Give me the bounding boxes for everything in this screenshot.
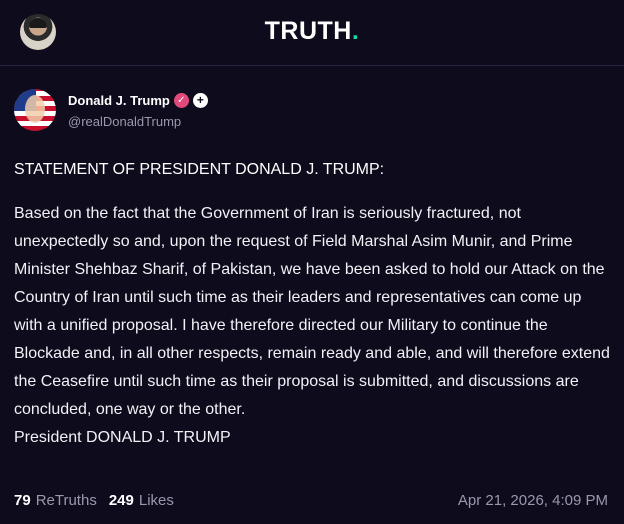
logo-text: TRUTH: [264, 17, 352, 45]
post-content: STATEMENT OF PRESIDENT DONALD J. TRUMP: …: [14, 157, 610, 452]
post-body-paragraph: Based on the fact that the Government of…: [14, 205, 610, 418]
follow-plus-icon[interactable]: +: [192, 93, 208, 108]
likes-label: Likes: [138, 492, 174, 509]
post-author: Donald J. Trump ✓ + @realDonaldTrump: [14, 66, 610, 131]
author-display-name[interactable]: Donald J. Trump: [68, 93, 170, 108]
likes-count: 249: [108, 492, 134, 509]
retruths-label: ReTruths: [35, 492, 97, 509]
author-avatar[interactable]: [14, 89, 56, 131]
retruths-count: 79: [14, 492, 31, 509]
likes-stat[interactable]: 249 Likes: [109, 492, 174, 509]
truth-logo[interactable]: TRUTH.: [0, 17, 624, 46]
logo-dot: .: [351, 17, 360, 45]
post-body: Based on the fact that the Government of…: [14, 200, 610, 452]
post-footer: 79 ReTruths 249 Likes Apr 21, 2026, 4:09 P…: [14, 492, 608, 509]
author-handle[interactable]: @realDonaldTrump: [68, 114, 181, 129]
top-bar: TRUTH.: [0, 0, 624, 66]
post-heading: STATEMENT OF PRESIDENT DONALD J. TRUMP:: [14, 161, 385, 178]
retruths-stat[interactable]: 79 ReTruths: [14, 492, 97, 509]
name-row: Donald J. Trump ✓ +: [68, 93, 208, 108]
verified-badge-icon: ✓: [173, 93, 189, 108]
post-signature: President DONALD J. TRUMP: [14, 429, 231, 446]
post: Donald J. Trump ✓ + @realDonaldTrump: [0, 66, 624, 131]
post-timestamp[interactable]: Apr 21, 2026, 4:09 PM: [458, 492, 608, 509]
